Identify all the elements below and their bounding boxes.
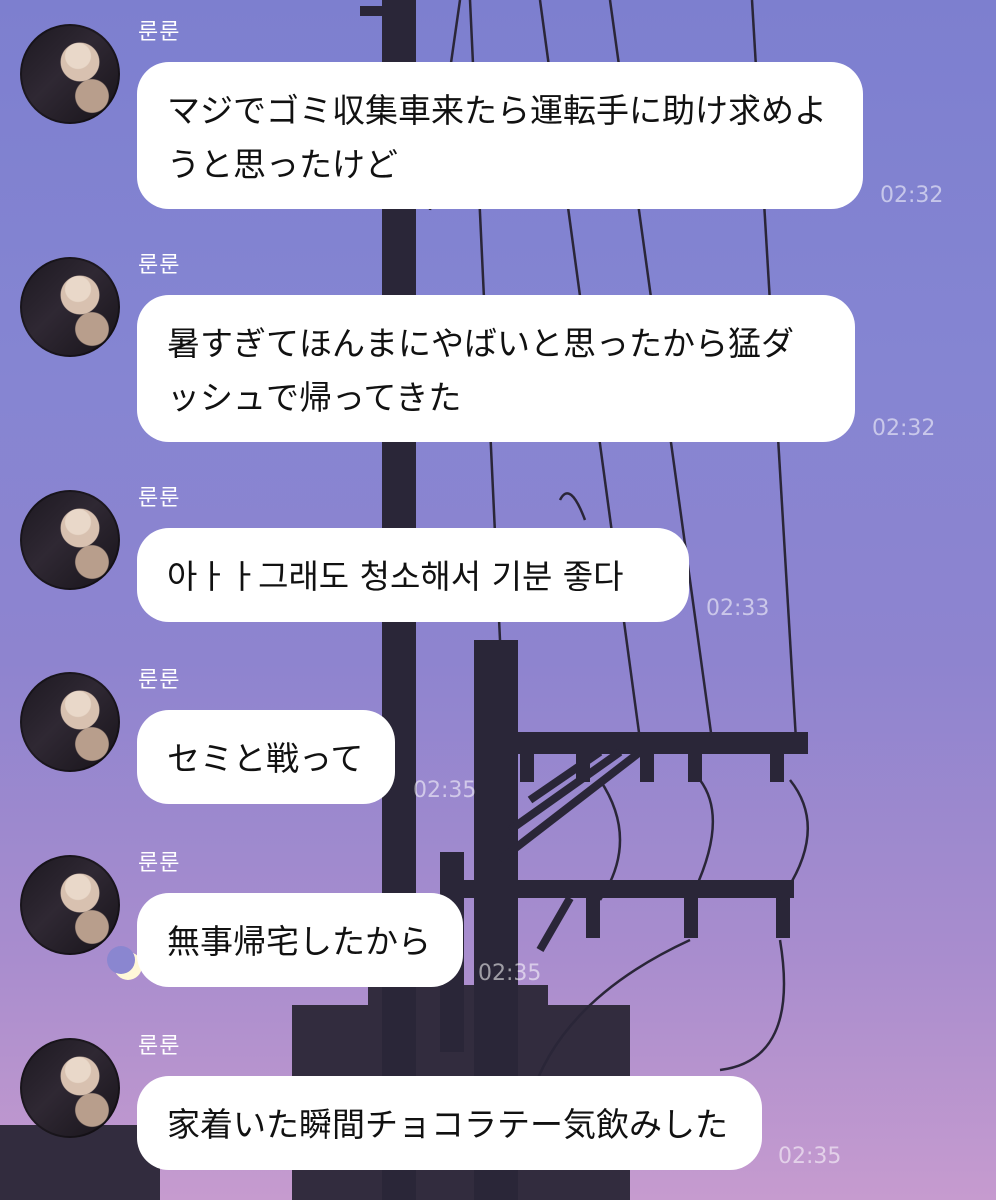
avatar[interactable] [20,672,120,772]
message-bubble[interactable]: 家着いた瞬間チョコラテー気飲みした [137,1076,762,1170]
avatar[interactable] [20,24,120,124]
timestamp: 02:35 [778,1144,842,1169]
message-text: 아ㅏㅏ그래도 청소해서 기분 좋다 [167,557,624,596]
timestamp: 02:32 [880,183,944,208]
message-text: 暑すぎてほんまにやばいと思ったから猛ダッシュで帰ってきた [167,324,794,417]
sender-name: 룬룬 [138,668,181,693]
timestamp: 02:35 [413,778,477,803]
message-text: 家着いた瞬間チョコラテー気飲みした [167,1105,728,1144]
message-text: セミと戦って [167,739,364,778]
timestamp: 02:32 [872,416,936,441]
message-text: 無事帰宅したから [167,922,431,961]
sender-name: 룬룬 [138,253,181,278]
sender-name: 룬룬 [138,1034,181,1059]
avatar[interactable] [20,1038,120,1138]
message-bubble[interactable]: 暑すぎてほんまにやばいと思ったから猛ダッシュで帰ってきた [137,295,855,442]
message-bubble[interactable]: セミと戦って [137,710,395,804]
avatar[interactable] [20,257,120,357]
message-bubble[interactable]: 無事帰宅したから [137,893,463,987]
timestamp: 02:33 [706,596,770,621]
sender-name: 룬룬 [138,486,181,511]
sender-name: 룬룬 [138,851,181,876]
timestamp: 02:35 [478,961,542,986]
avatar[interactable] [20,855,120,955]
message-bubble[interactable]: マジでゴミ収集車来たら運転手に助け求めようと思ったけど [137,62,863,209]
message-text: マジでゴミ収集車来たら運転手に助け求めようと思ったけど [167,91,827,184]
message-bubble[interactable]: 아ㅏㅏ그래도 청소해서 기분 좋다 [137,528,689,622]
sender-name: 룬룬 [138,20,181,45]
avatar[interactable] [20,490,120,590]
